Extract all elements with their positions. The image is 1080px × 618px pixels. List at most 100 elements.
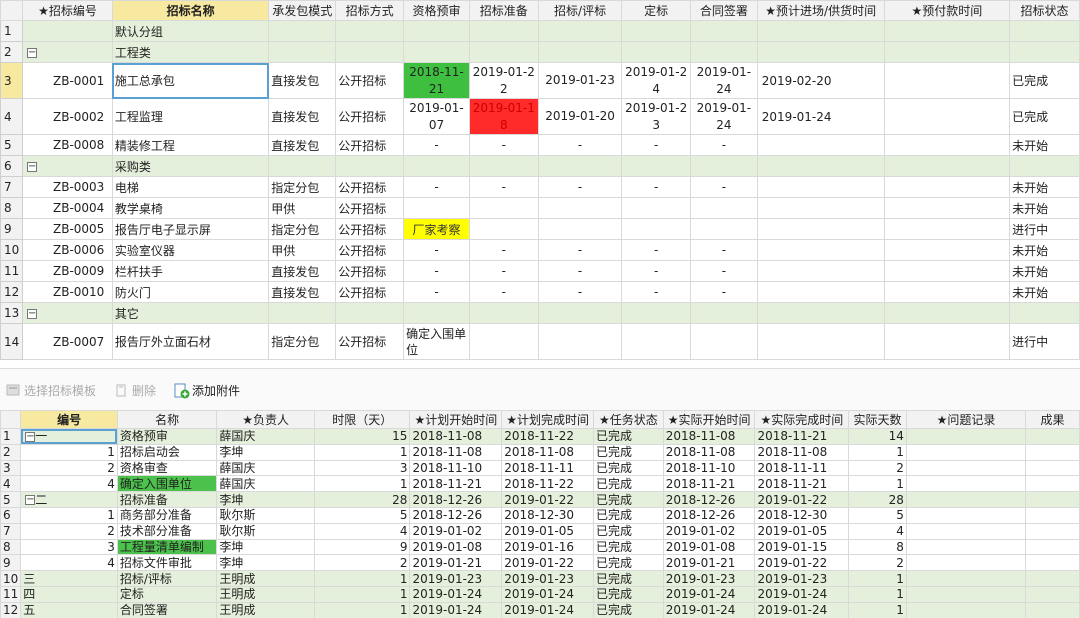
issue-record[interactable]: [905, 601, 1027, 618]
table-row[interactable]: 5 ZB-0008 精装修工程 直接发包 公开招标 - - - - - 未开始: [0, 134, 1080, 156]
deliverable[interactable]: [1025, 585, 1080, 603]
stage-date[interactable]: -: [689, 260, 758, 282]
issue-record[interactable]: [905, 585, 1027, 603]
stage-date[interactable]: -: [468, 260, 539, 282]
column-header[interactable]: ★实际完成时间: [754, 410, 850, 429]
column-header[interactable]: 招标状态: [1009, 0, 1080, 21]
task-name[interactable]: 资格审查: [116, 459, 218, 477]
column-header[interactable]: 合同签署: [689, 0, 758, 21]
issue-record[interactable]: [905, 428, 1027, 445]
table-row[interactable]: 4 ZB-0002 工程监理 直接发包 公开招标 2019-01-07 2019-01-18…: [0, 98, 1080, 135]
stage-date[interactable]: [883, 197, 1011, 219]
column-header[interactable]: ★招标编号: [21, 0, 113, 21]
bid-name[interactable]: 工程监理: [111, 98, 270, 135]
issue-record[interactable]: [905, 522, 1027, 540]
deliverable[interactable]: [1025, 570, 1080, 587]
column-header[interactable]: ★负责人: [216, 410, 315, 429]
task-row[interactable]: 3 2 资格审查 薛国庆 3 2018-11-10 2018-11-11 已完成 2018-11…: [0, 459, 1080, 477]
issue-record[interactable]: [905, 554, 1027, 572]
issue-record[interactable]: [905, 570, 1027, 587]
stage-date[interactable]: -: [403, 281, 470, 303]
task-name[interactable]: 招标准备: [116, 491, 218, 508]
column-header[interactable]: 承发包模式: [268, 0, 337, 21]
group-toggle-cell[interactable]: −: [21, 155, 113, 177]
group-row[interactable]: 13− 其它: [0, 302, 1080, 324]
column-header[interactable]: 定标: [621, 0, 691, 21]
table-row[interactable]: 11 ZB-0009 栏杆扶手 直接发包 公开招标 - - - - - 未开始: [0, 260, 1080, 282]
deliverable[interactable]: [1025, 459, 1080, 477]
table-row[interactable]: 9 ZB-0005 报告厅电子显示屏 指定分包 公开招标 厂家考察 进行中: [0, 218, 1080, 240]
issue-record[interactable]: [905, 443, 1027, 461]
stage-date[interactable]: -: [537, 260, 623, 282]
stage-date[interactable]: 2019-01-24: [756, 98, 885, 135]
stage-date[interactable]: -: [468, 176, 539, 198]
task-row[interactable]: 7 2 技术部分准备 耿尔斯 4 2019-01-02 2019-01-05 已完成 2019-…: [0, 522, 1080, 540]
stage-date[interactable]: [756, 260, 885, 282]
column-header[interactable]: ★计划开始时间: [409, 410, 503, 429]
column-header[interactable]: ★问题记录: [905, 410, 1027, 429]
stage-date[interactable]: [756, 197, 885, 219]
bid-name[interactable]: 电梯: [111, 176, 270, 198]
deliverable[interactable]: [1025, 538, 1080, 556]
task-name[interactable]: 商务部分准备: [116, 506, 218, 524]
stage-date[interactable]: -: [689, 281, 758, 303]
stage-date[interactable]: 2019-01-24: [689, 62, 758, 99]
deliverable[interactable]: [1025, 428, 1080, 445]
table-row[interactable]: 14 ZB-0007 报告厅外立面石材 指定分包 公开招标 确定入围单位 进行中: [0, 323, 1080, 360]
stage-date[interactable]: [883, 239, 1011, 261]
stage-date[interactable]: 2019-01-23: [621, 98, 691, 135]
column-header[interactable]: ★实际开始时间: [662, 410, 756, 429]
phase-row[interactable]: 12 五合同签署 王明成 1 2019-01-24 2019-01-24 已完成 2019-0…: [0, 601, 1080, 618]
task-row[interactable]: 4 4 确定入围单位 薛国庆 1 2018-11-21 2018-11-22 已完成 2018-…: [0, 475, 1080, 493]
collapse-icon[interactable]: −: [26, 308, 37, 319]
stage-date[interactable]: [883, 98, 1011, 135]
column-header[interactable]: 名称: [116, 410, 218, 429]
column-header[interactable]: 招标方式: [335, 0, 405, 21]
task-name[interactable]: 确定入围单位: [116, 475, 218, 493]
stage-date[interactable]: [756, 323, 885, 360]
task-name[interactable]: 招标启动会: [116, 443, 218, 461]
stage-date[interactable]: [756, 281, 885, 303]
collapse-icon[interactable]: −: [25, 495, 36, 506]
delete-button[interactable]: 删除: [114, 382, 156, 399]
table-row[interactable]: 12 ZB-0010 防火门 直接发包 公开招标 - - - - - 未开始: [0, 281, 1080, 303]
deliverable[interactable]: [1025, 601, 1080, 618]
stage-date[interactable]: -: [403, 260, 470, 282]
task-row[interactable]: 9 4 招标文件审批 李坤 2 2019-01-21 2019-01-22 已完成 2019-0…: [0, 554, 1080, 572]
stage-date[interactable]: -: [468, 239, 539, 261]
stage-date[interactable]: -: [537, 134, 623, 156]
stage-date[interactable]: [883, 134, 1011, 156]
column-header[interactable]: 时限（天）: [313, 410, 411, 429]
issue-record[interactable]: [905, 491, 1027, 508]
stage-date[interactable]: [537, 218, 623, 240]
column-header[interactable]: ★预付款时间: [883, 0, 1011, 21]
table-row[interactable]: 8 ZB-0004 教学桌椅 甲供 公开招标 未开始: [0, 197, 1080, 219]
column-header[interactable]: 资格预审: [403, 0, 470, 21]
task-row[interactable]: 6 1 商务部分准备 耿尔斯 5 2018-12-26 2018-12-30 已完成 2018-…: [0, 506, 1080, 524]
collapse-icon[interactable]: −: [25, 431, 36, 442]
bid-name[interactable]: 教学桌椅: [111, 197, 270, 219]
stage-date[interactable]: [756, 134, 885, 156]
deliverable[interactable]: [1025, 522, 1080, 540]
stage-date[interactable]: 2019-01-20: [537, 98, 623, 135]
stage-date[interactable]: [468, 323, 539, 360]
select-template-button[interactable]: 选择招标模板: [6, 382, 96, 399]
column-header[interactable]: 编号: [20, 410, 118, 429]
issue-record[interactable]: [905, 506, 1027, 524]
task-name[interactable]: 技术部分准备: [116, 522, 218, 540]
bid-name[interactable]: 报告厅电子显示屏: [111, 218, 270, 240]
phase-row[interactable]: 1 −一 资格预审 薛国庆 15 2018-11-08 2018-11-22 已完成 2018-…: [0, 428, 1080, 445]
issue-record[interactable]: [905, 475, 1027, 493]
issue-record[interactable]: [905, 459, 1027, 477]
stage-date[interactable]: [537, 197, 623, 219]
stage-date[interactable]: -: [621, 260, 691, 282]
column-header[interactable]: 实际天数: [848, 410, 907, 429]
bid-name[interactable]: 实验室仪器: [111, 239, 270, 261]
task-row[interactable]: 8 3 工程量清单编制 李坤 9 2019-01-08 2019-01-16 已完成 2019-…: [0, 538, 1080, 556]
phase-row[interactable]: 11 四定标 王明成 1 2019-01-24 2019-01-24 已完成 2019-01-…: [0, 585, 1080, 603]
stage-date[interactable]: -: [689, 134, 758, 156]
table-row[interactable]: 3 ZB-0001 施工总承包 直接发包 公开招标 2018-11-21 2019-01-2…: [0, 62, 1080, 99]
task-name[interactable]: 工程量清单编制: [116, 538, 218, 556]
task-name[interactable]: 资格预审: [116, 428, 218, 445]
task-row[interactable]: 2 1 招标启动会 李坤 1 2018-11-08 2018-11-08 已完成 2018-11…: [0, 443, 1080, 461]
